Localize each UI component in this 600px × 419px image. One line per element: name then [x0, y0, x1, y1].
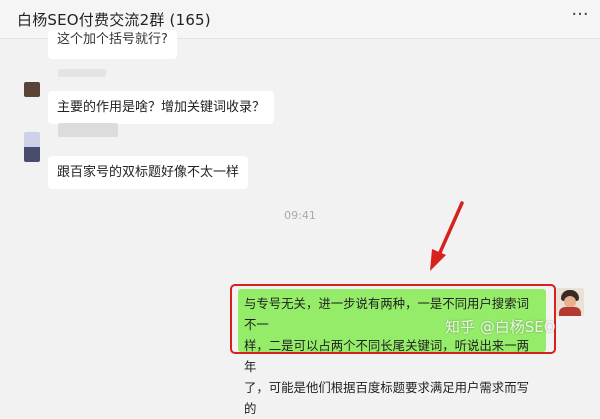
avatar[interactable]	[24, 132, 40, 162]
message-bubble: 这个加个括号就行?	[48, 30, 177, 59]
watermark: 知乎 @白杨SEO	[445, 318, 556, 336]
avatar[interactable]	[24, 82, 40, 97]
message-timestamp: 09:41	[284, 209, 316, 222]
message-list[interactable]: 这个加个括号就行? 主要的作用是啥？增加关键词收录？ 跟百家号的双标题好像不太一…	[0, 30, 600, 416]
message-bubble: 主要的作用是啥？增加关键词收录？	[48, 91, 275, 124]
message-bubble: 跟百家号的双标题好像不太一样	[48, 156, 249, 189]
sender-name-blurred	[58, 69, 106, 77]
sender-name-blurred	[58, 123, 118, 137]
my-avatar[interactable]	[556, 288, 584, 316]
more-dots-icon[interactable]: ···	[570, 4, 590, 26]
annotation-arrow-icon	[430, 201, 464, 271]
chat-title: 白杨SEO付费交流2群 (165)	[17, 11, 211, 29]
